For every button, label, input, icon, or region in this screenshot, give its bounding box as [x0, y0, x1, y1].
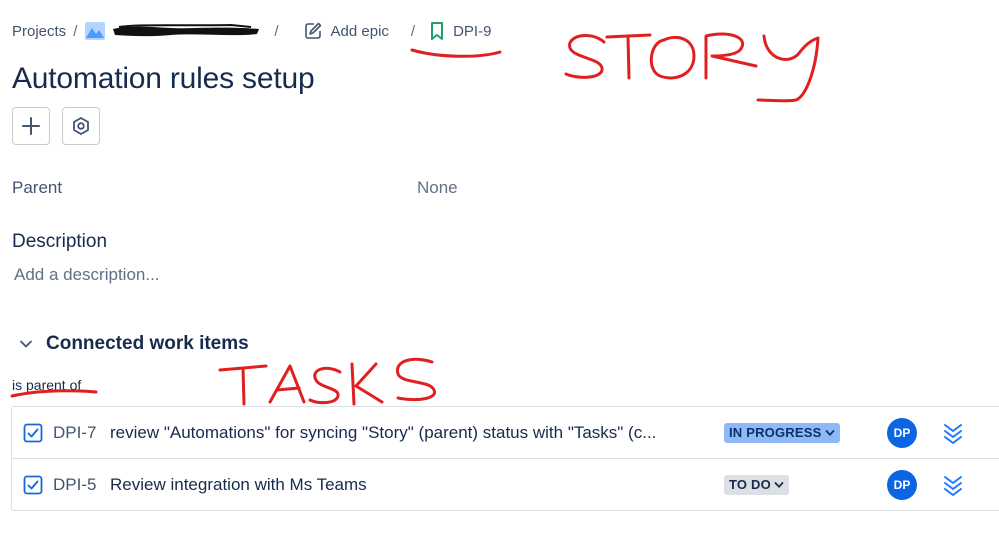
priority-lowest-icon — [944, 475, 962, 496]
status-label: IN PROGRESS — [729, 425, 822, 440]
parent-label: Parent — [12, 178, 63, 197]
story-letter-s — [564, 33, 606, 79]
story-underline — [410, 48, 502, 58]
project-avatar-icon[interactable] — [85, 22, 106, 40]
edit-icon — [304, 22, 321, 39]
chevron-down-icon — [20, 340, 32, 348]
task-checkbox-icon — [23, 475, 43, 494]
story-letter-t — [605, 33, 652, 80]
parent-value[interactable]: None — [417, 178, 458, 198]
redacted-project-name[interactable] — [111, 24, 261, 38]
issue-key: DPI-9 — [453, 22, 492, 40]
add-epic-link[interactable]: Add epic — [303, 21, 389, 41]
tasks-letter-a — [268, 364, 306, 404]
avatar[interactable]: DP — [887, 417, 917, 448]
breadcrumb-separator: / — [274, 22, 279, 40]
story-letter-r — [704, 32, 758, 80]
breadcrumb-projects-link[interactable]: Projects — [12, 23, 66, 40]
item-summary[interactable]: Review integration with Ms Teams — [110, 475, 367, 495]
issue-toolbar — [12, 107, 100, 145]
tasks-letter-t — [218, 364, 268, 406]
item-key[interactable]: DPI-5 — [53, 475, 96, 495]
story-bookmark-icon — [431, 22, 444, 40]
description-input[interactable]: Add a description... — [14, 265, 160, 285]
tasks-letter-s2 — [396, 357, 437, 402]
tasks-letter-k — [350, 362, 384, 406]
avatar[interactable]: DP — [887, 469, 917, 500]
connected-items-list: DPI-7 review "Automations" for syncing "… — [11, 406, 999, 511]
breadcrumb-separator: / — [73, 22, 78, 40]
connected-items-header[interactable]: Connected work items — [18, 333, 249, 355]
chevron-down-icon — [825, 429, 834, 436]
connected-items-title: Connected work items — [46, 333, 249, 354]
task-checkbox-icon — [23, 423, 43, 442]
status-dropdown[interactable]: TO DO — [724, 474, 789, 495]
hexagon-gear-icon — [73, 117, 89, 135]
status-label: TO DO — [729, 477, 771, 492]
item-key[interactable]: DPI-7 — [53, 423, 96, 443]
page-title[interactable]: Automation rules setup — [12, 62, 315, 96]
add-button[interactable] — [12, 107, 50, 145]
breadcrumb-separator: / — [410, 22, 416, 40]
status-dropdown[interactable]: IN PROGRESS — [724, 422, 840, 443]
apps-button[interactable] — [62, 107, 100, 145]
parent-field: Parent None — [12, 178, 492, 200]
story-letter-o — [649, 35, 696, 80]
table-row[interactable]: DPI-5 Review integration with Ms Teams T… — [12, 458, 999, 510]
breadcrumb: Projects / / Add epic / DPI-9 — [12, 18, 491, 44]
plus-icon — [22, 117, 40, 135]
item-summary[interactable]: review "Automations" for syncing "Story"… — [110, 423, 656, 443]
priority-lowest-icon — [944, 423, 962, 444]
tasks-letter-s — [308, 366, 342, 405]
add-epic-label: Add epic — [330, 22, 389, 40]
issue-key-link[interactable]: DPI-9 — [429, 21, 491, 41]
table-row[interactable]: DPI-7 review "Automations" for syncing "… — [12, 407, 999, 458]
relation-label: is parent of — [12, 377, 82, 393]
chevron-down-icon — [774, 481, 784, 488]
description-heading: Description — [12, 231, 108, 252]
story-letter-y — [756, 34, 820, 103]
